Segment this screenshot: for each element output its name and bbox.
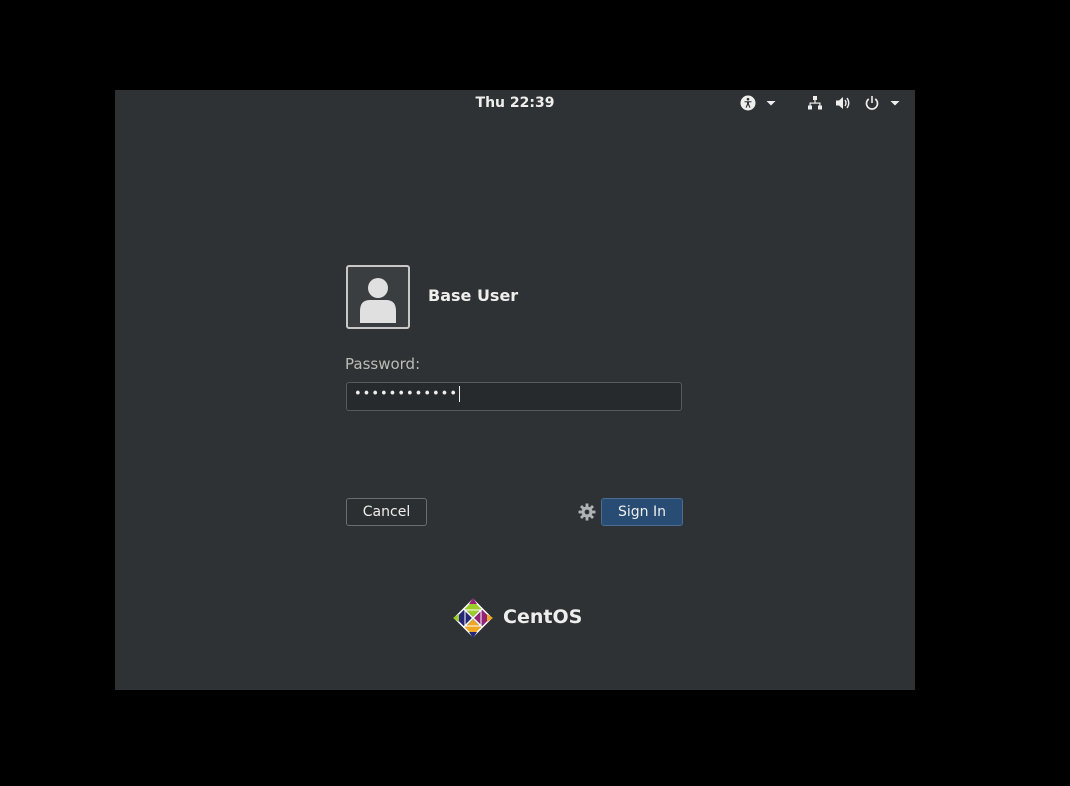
centos-logo: CentOS xyxy=(451,596,583,640)
login-screen: Thu 22:39 Base User Password: ••••••••••… xyxy=(115,90,915,690)
logo-text: CentOS xyxy=(503,606,583,628)
network-icon[interactable] xyxy=(807,95,823,111)
gear-icon[interactable] xyxy=(578,503,596,521)
clock[interactable]: Thu 22:39 xyxy=(115,95,915,111)
user-avatar-icon xyxy=(360,278,396,323)
user-name: Base User xyxy=(428,286,519,305)
power-icon[interactable] xyxy=(864,95,880,111)
accessibility-icon[interactable] xyxy=(740,95,756,111)
chevron-down-icon[interactable] xyxy=(763,95,779,111)
password-value: •••••••••••• xyxy=(354,386,461,402)
cancel-button[interactable]: Cancel xyxy=(346,498,427,526)
sign-in-button[interactable]: Sign In xyxy=(601,498,683,526)
top-bar: Thu 22:39 xyxy=(115,90,915,116)
volume-icon[interactable] xyxy=(835,95,851,111)
password-label: Password: xyxy=(345,355,421,373)
chevron-down-icon[interactable] xyxy=(887,95,903,111)
text-caret xyxy=(459,386,461,402)
centos-logo-icon xyxy=(451,596,495,640)
avatar xyxy=(346,265,410,329)
password-field[interactable]: •••••••••••• xyxy=(346,382,682,411)
